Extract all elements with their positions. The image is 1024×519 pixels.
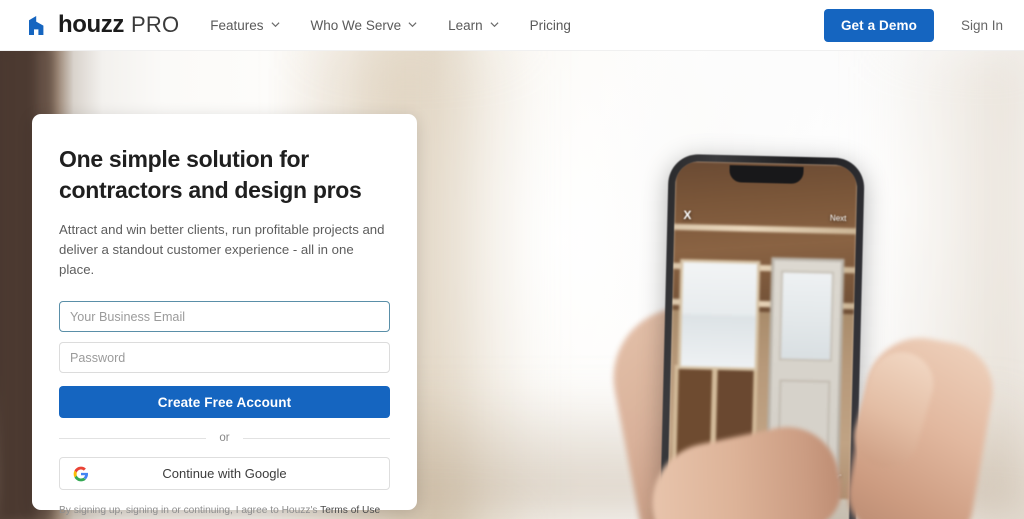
legal-text: By signing up, signing in or continuing,… <box>59 503 390 519</box>
nav-who-we-serve[interactable]: Who We Serve <box>311 18 418 33</box>
get-a-demo-button[interactable]: Get a Demo <box>823 8 934 42</box>
divider: or <box>59 432 391 445</box>
signup-card: One simple solution for contractors and … <box>32 114 417 516</box>
ar-next-button[interactable]: Next <box>830 214 847 223</box>
password-field[interactable] <box>59 342 390 374</box>
page-title: One simple solution for contractors and … <box>59 146 362 203</box>
ar-close-icon[interactable]: X <box>683 208 691 222</box>
nav-pricing-label: Pricing <box>529 17 571 33</box>
create-free-account-button[interactable]: Create Free Account <box>59 386 390 419</box>
phone-notch <box>729 165 804 184</box>
chevron-down-icon <box>490 20 499 29</box>
divider-label: or <box>219 432 230 445</box>
nav-features[interactable]: Features <box>210 17 280 33</box>
ar-door-glass <box>778 270 835 362</box>
header-actions: Get a Demo Sign In <box>823 8 1003 42</box>
nav-learn-label: Learn <box>448 17 483 33</box>
legal-prefix: By signing up, signing in or continuing,… <box>59 505 321 517</box>
logo-suffix-text: PRO <box>130 12 180 37</box>
nav-features-label: Features <box>210 17 264 33</box>
email-field[interactable] <box>59 301 390 333</box>
site-header: houzz PRO Features Who We Serve Learn Pr… <box>0 0 1024 51</box>
page-subtitle: Attract and win better clients, run prof… <box>59 222 385 278</box>
divider-line-right <box>242 437 391 439</box>
nav-learn[interactable]: Learn <box>448 18 499 33</box>
page-root: 11' 8" X Next Direct your device at a do… <box>0 0 1024 519</box>
chevron-down-icon <box>408 20 417 29</box>
nav-who-we-serve-label: Who We Serve <box>310 17 402 33</box>
google-g-icon <box>73 466 89 482</box>
nav-pricing[interactable]: Pricing <box>530 18 571 33</box>
google-button-label: Continue with Google <box>162 466 287 482</box>
divider-line-left <box>59 437 207 439</box>
logo-brand-text: houzz <box>58 11 124 38</box>
sign-in-link[interactable]: Sign In <box>961 18 1003 33</box>
ar-detected-window <box>677 259 761 372</box>
continue-with-google-button[interactable]: Continue with Google <box>59 457 390 491</box>
houzz-house-icon <box>27 14 50 37</box>
phone-scene: 11' 8" X Next Direct your device at a do… <box>600 51 1024 519</box>
terms-of-use-link[interactable]: Terms of Use <box>320 505 380 516</box>
main-nav: Features Who We Serve Learn Pricing <box>210 0 571 51</box>
chevron-down-icon <box>271 20 280 29</box>
houzz-pro-logo[interactable]: houzz PRO <box>27 0 179 51</box>
